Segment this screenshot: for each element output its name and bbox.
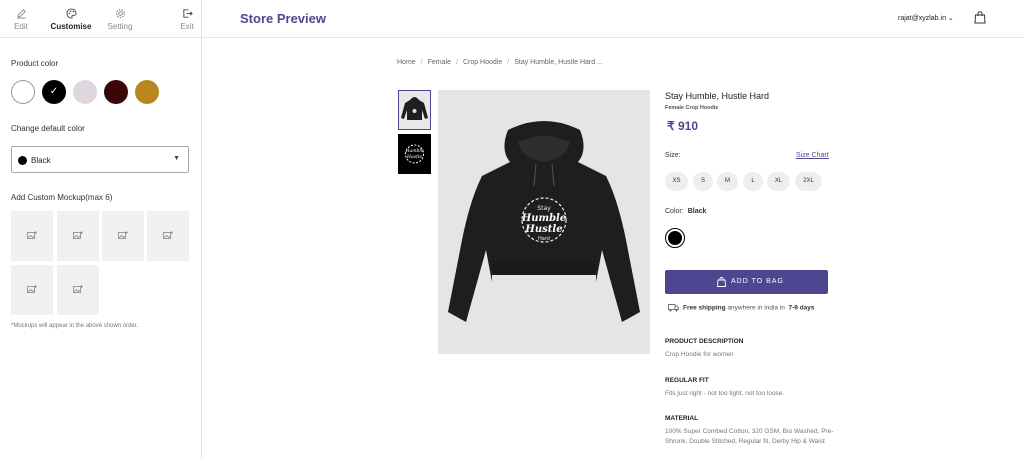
mockup-slot[interactable] <box>57 211 99 261</box>
mockup-slot[interactable] <box>102 211 144 261</box>
fit-text: Fits just right - not too tight, not too… <box>665 390 785 397</box>
product-color-label: Product color <box>11 59 59 68</box>
swatch-mustard[interactable] <box>135 80 159 104</box>
breadcrumb-female[interactable]: Female <box>428 59 451 66</box>
add-to-bag-button[interactable]: ADD TO BAG <box>665 270 828 294</box>
breadcrumb-home[interactable]: Home <box>397 59 416 66</box>
mockup-slot[interactable] <box>11 211 53 261</box>
add-to-bag-label: ADD TO BAG <box>731 278 784 285</box>
shopping-bag-icon <box>717 277 726 287</box>
selected-color: Black <box>687 208 707 215</box>
default-color-select[interactable]: Black ▼ <box>11 146 189 173</box>
size-option-s[interactable]: S <box>693 172 713 191</box>
exit-icon <box>182 9 193 18</box>
default-color-label: Change default color <box>11 124 85 133</box>
user-menu[interactable]: rajat@xyzlab.in ⌄ <box>898 14 954 22</box>
svg-text:Hustle: Hustle <box>406 154 422 160</box>
thumbnail-print[interactable]: Humble Hustle <box>398 134 431 174</box>
add-image-icon <box>27 285 37 293</box>
thumbnail-front[interactable] <box>398 90 431 130</box>
hoodie-image: Stay Humble Hustle Hard <box>448 121 640 322</box>
product-subtitle: Female Crop Hoodie <box>665 105 719 111</box>
tab-setting[interactable]: Setting <box>104 8 136 31</box>
size-option-2xl[interactable]: 2XL <box>795 172 822 191</box>
size-option-m[interactable]: M <box>717 172 738 191</box>
print-text-1: Stay <box>537 205 551 212</box>
color-label: Color: Black <box>665 208 707 215</box>
swatch-lavender[interactable] <box>73 80 97 104</box>
description-heading: PRODUCT DESCRIPTION <box>665 338 744 345</box>
mockup-slot[interactable] <box>11 265 53 315</box>
size-option-xs[interactable]: XS <box>665 172 688 191</box>
store-header: Store Preview rajat@xyzlab.in ⌄ <box>203 0 1024 38</box>
print-text-2: Humble <box>521 213 566 224</box>
chevron-down-icon: ▼ <box>173 155 180 162</box>
mockup-slot[interactable] <box>57 265 99 315</box>
material-heading: MATERIAL <box>665 415 699 422</box>
product-name: Stay Humble, Hustle Hard <box>665 91 770 101</box>
tab-edit[interactable]: Edit <box>10 8 32 31</box>
breadcrumb-crop-hoodie[interactable]: Crop Hoodie <box>463 59 502 66</box>
pencil-icon <box>16 9 26 19</box>
add-image-icon <box>27 231 37 239</box>
add-image-icon <box>163 231 173 239</box>
panel-tabs: Edit Customise Setting Exit <box>0 0 201 38</box>
chevron-down-icon: ⌄ <box>947 15 954 22</box>
size-option-xl[interactable]: XL <box>767 172 790 191</box>
swatch-black[interactable]: ✓ <box>42 80 66 104</box>
add-image-icon <box>73 285 83 293</box>
page-title: Store Preview <box>240 11 326 26</box>
fit-heading: REGULAR FIT <box>665 377 709 384</box>
print-text-3: Hustle <box>524 224 562 235</box>
mockup-slot[interactable] <box>147 211 189 261</box>
hoodie-thumbnail-image <box>401 97 428 120</box>
description-text: Crop Hoodie for women <box>665 351 734 358</box>
customise-panel: Edit Customise Setting Exit Product colo… <box>0 0 202 459</box>
print-thumbnail-image: Humble Hustle <box>404 144 424 164</box>
size-label: Size: <box>665 152 681 159</box>
color-dot <box>18 156 27 165</box>
swatch-maroon[interactable] <box>104 80 128 104</box>
gear-icon <box>115 9 125 18</box>
tab-customise[interactable]: Customise <box>48 8 94 31</box>
shopping-bag-icon[interactable] <box>974 11 986 24</box>
add-image-icon <box>118 231 128 239</box>
shipping-info: Free shipping anywhere in india in 7-9 d… <box>668 304 815 312</box>
check-icon: ✓ <box>49 86 59 97</box>
svg-text:Humble: Humble <box>404 148 423 154</box>
product-price: ₹ 910 <box>667 119 698 133</box>
add-image-icon <box>73 231 83 239</box>
print-text-4: Hard <box>538 236 550 242</box>
size-chart-link[interactable]: Size Chart <box>796 152 829 159</box>
palette-icon <box>66 8 77 19</box>
size-option-l[interactable]: L <box>743 172 763 191</box>
user-email: rajat@xyzlab.in <box>898 15 946 22</box>
color-option-black[interactable] <box>665 228 685 248</box>
breadcrumb-current: Stay Humble, Hustle Hard ... <box>514 59 603 66</box>
default-color-value: Black <box>31 156 51 165</box>
mockup-label: Add Custom Mockup(max 6) <box>11 193 113 202</box>
product-main-image: Stay Humble Hustle Hard <box>438 90 650 354</box>
mockup-note: *Mockups will appear in the above shown … <box>11 323 139 329</box>
tab-exit[interactable]: Exit <box>176 8 198 31</box>
truck-icon <box>668 304 679 312</box>
swatch-white[interactable] <box>11 80 35 104</box>
breadcrumb: Home / Female / Crop Hoodie / Stay Humble, Hus… <box>397 59 603 66</box>
material-text: 100% Super Combed Cotton, 320 GSM, Bio W… <box>665 428 834 445</box>
